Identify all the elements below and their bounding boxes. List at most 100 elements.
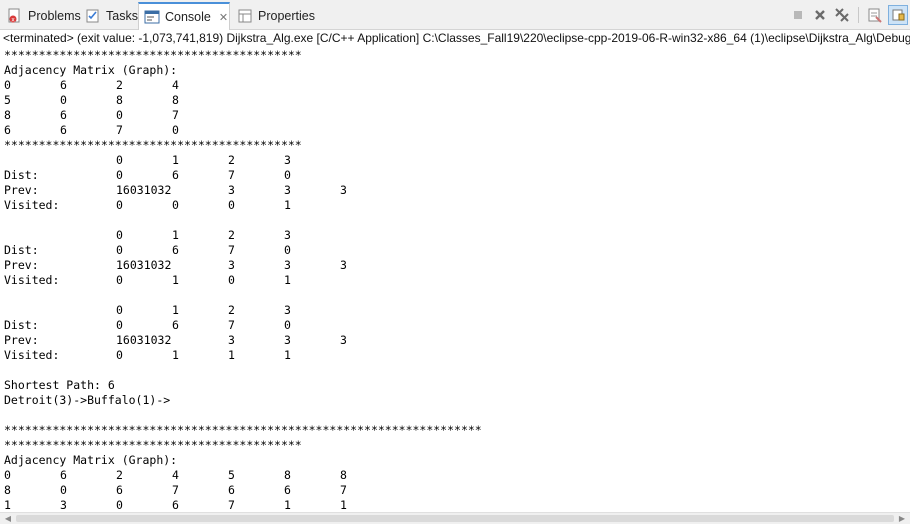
console-cell: 3: [228, 258, 235, 272]
console-cell: 6: [172, 243, 179, 257]
console-cell: 1: [172, 153, 179, 167]
console-cell: Visited:: [4, 348, 60, 362]
console-cell: 6: [116, 483, 123, 497]
console-line: Adjacency Matrix (Graph):: [4, 453, 178, 467]
close-icon[interactable]: ✕: [219, 11, 228, 24]
console-cell: 3: [228, 333, 235, 347]
terminate-icon[interactable]: [789, 6, 807, 24]
console-cell: 6: [172, 498, 179, 512]
scroll-right-icon[interactable]: ▶: [896, 513, 908, 524]
console-cell: 7: [172, 483, 179, 497]
console-cell: 4: [172, 78, 179, 92]
tab-label: Tasks: [106, 9, 138, 23]
console-line: Prev: 16031032 3 3 3: [4, 333, 904, 348]
console-cell: 0: [116, 153, 123, 167]
console-cell: 0: [284, 318, 291, 332]
remove-all-terminated-icon[interactable]: [833, 6, 851, 24]
console-line: 0 1 2 3: [4, 303, 904, 318]
console-line: 0 1 2 3: [4, 153, 904, 168]
console-cell: 7: [340, 483, 347, 497]
console-line: Detroit(3)->Buffalo(1)->: [4, 393, 171, 407]
console-cell: 3: [284, 258, 291, 272]
console-cell: 0: [116, 168, 123, 182]
console-cell: 5: [228, 468, 235, 482]
tab-properties[interactable]: Properties: [232, 3, 320, 29]
console-line: Prev: 16031032 3 3 3: [4, 258, 904, 273]
console-cell: Prev:: [4, 183, 39, 197]
console-line: 0 6 2 4 5 8 8: [4, 468, 904, 483]
console-cell: 0: [228, 273, 235, 287]
console-cell: 6: [60, 123, 67, 137]
console-cell: 7: [116, 123, 123, 137]
console-line: 1 3 0 6 7 1 1: [4, 498, 904, 512]
console-output[interactable]: ****************************************…: [0, 46, 910, 512]
console-cell: Dist:: [4, 318, 39, 332]
console-cell: 1: [284, 498, 291, 512]
console-cell: 6: [4, 123, 11, 137]
console-line: ****************************************…: [4, 138, 302, 152]
console-cell: 3: [284, 333, 291, 347]
launch-status: <terminated> (exit value: -1,073,741,819…: [3, 31, 910, 45]
console-cell: 16031032: [116, 258, 172, 272]
console-cell: 0: [284, 243, 291, 257]
problems-icon: x: [7, 8, 23, 24]
tab-console[interactable]: Console ✕: [138, 2, 230, 30]
console-cell: 0: [172, 198, 179, 212]
console-line: 0 6 2 4: [4, 78, 904, 93]
console-line: Dist: 0 6 7 0: [4, 318, 904, 333]
console-cell: 0: [116, 243, 123, 257]
console-line: Prev: 16031032 3 3 3: [4, 183, 904, 198]
console-cell: 1: [284, 198, 291, 212]
console-cell: Prev:: [4, 258, 39, 272]
console-cell: 2: [116, 468, 123, 482]
console-cell: 0: [284, 168, 291, 182]
console-cell: 1: [4, 498, 11, 512]
console-cell: 1: [172, 228, 179, 242]
scroll-left-icon[interactable]: ◀: [2, 513, 14, 524]
console-cell: 16031032: [116, 183, 172, 197]
remove-launch-icon[interactable]: [811, 6, 829, 24]
console-cell: 1: [172, 303, 179, 317]
console-cell: 0: [60, 93, 67, 107]
console-line: 5 0 8 8: [4, 93, 904, 108]
console-line: Adjacency Matrix (Graph):: [4, 63, 178, 77]
console-line: ****************************************…: [4, 438, 302, 452]
console-cell: 0: [116, 108, 123, 122]
console-line: ****************************************…: [4, 48, 302, 62]
console-cell: 3: [228, 183, 235, 197]
console-cell: 0: [116, 273, 123, 287]
console-cell: 0: [116, 303, 123, 317]
console-cell: 3: [340, 258, 347, 272]
console-cell: 1: [228, 348, 235, 362]
console-cell: 0: [116, 348, 123, 362]
clear-console-icon[interactable]: [866, 6, 884, 24]
console-line: Visited: 0 1 0 1: [4, 273, 904, 288]
console-cell: 2: [228, 228, 235, 242]
console-cell: 6: [60, 108, 67, 122]
console-cell: 3: [284, 303, 291, 317]
console-cell: 0: [228, 198, 235, 212]
console-line: 8 0 6 7 6 6 7: [4, 483, 904, 498]
console-cell: 8: [172, 93, 179, 107]
scrollbar-thumb[interactable]: [16, 515, 894, 522]
tab-problems[interactable]: x Problems: [2, 3, 86, 29]
console-line: 8 6 0 7: [4, 108, 904, 123]
console-cell: Prev:: [4, 333, 39, 347]
properties-icon: [237, 8, 253, 24]
console-cell: 6: [284, 483, 291, 497]
console-cell: 6: [172, 318, 179, 332]
console-cell: 6: [60, 468, 67, 482]
console-cell: 2: [116, 78, 123, 92]
console-toolbar: [787, 5, 910, 25]
console-cell: 0: [60, 483, 67, 497]
scroll-lock-icon[interactable]: [888, 5, 908, 25]
console-cell: 6: [228, 483, 235, 497]
view-tab-bar: x Problems Tasks Console ✕ Properties: [0, 0, 910, 30]
console-cell: 0: [172, 123, 179, 137]
horizontal-scrollbar[interactable]: ◀ ▶: [0, 512, 910, 524]
console-cell: 0: [4, 468, 11, 482]
tab-tasks[interactable]: Tasks: [80, 3, 143, 29]
console-cell: 7: [228, 498, 235, 512]
console-cell: 0: [116, 318, 123, 332]
console-cell: 3: [340, 333, 347, 347]
